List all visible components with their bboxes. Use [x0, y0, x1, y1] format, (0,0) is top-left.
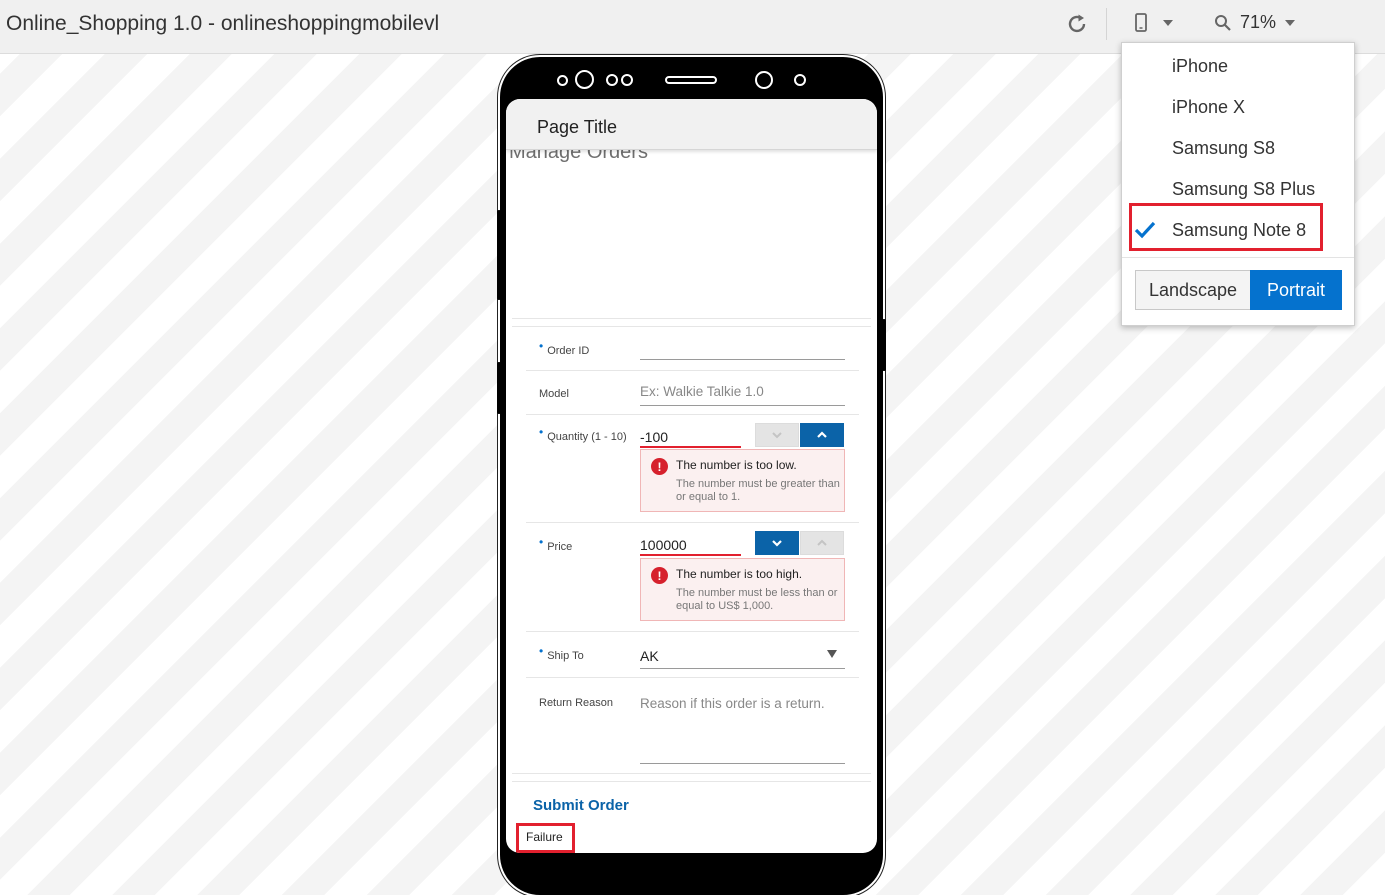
sensor-icon [621, 74, 633, 86]
order-id-label: • Order ID [539, 339, 590, 357]
quantity-error-message: ! The number is too low. The number must… [640, 449, 845, 512]
price-increment-button[interactable] [800, 531, 844, 555]
price-decrement-button[interactable] [755, 531, 799, 555]
order-id-input[interactable] [640, 335, 845, 361]
required-indicator: • [539, 425, 544, 439]
required-indicator: • [539, 339, 544, 353]
device-option-samsung-s8-plus[interactable]: Samsung S8 Plus [1122, 170, 1354, 206]
refresh-icon [1068, 14, 1086, 33]
zoom-dropdown[interactable]: 71% [1210, 8, 1306, 38]
return-reason-textarea[interactable]: Reason if this order is a return. [640, 690, 845, 764]
status-text: Failure [526, 830, 563, 844]
required-indicator: • [539, 535, 544, 549]
submit-order-button[interactable]: Submit Order [533, 797, 629, 814]
camera-icon [575, 70, 594, 89]
error-icon: ! [651, 458, 668, 475]
price-label: • Price [539, 535, 573, 553]
search-icon [1215, 15, 1231, 31]
model-label: Model [539, 388, 569, 400]
speaker-grille [665, 76, 717, 84]
quantity-decrement-button[interactable] [755, 423, 799, 447]
status-message-box: Failure [516, 823, 575, 853]
divider [512, 318, 871, 319]
price-error-message: ! The number is too high. The number mus… [640, 558, 845, 621]
phone-screen: Page Title Manage Orders • Order ID Model… [506, 99, 877, 853]
return-reason-label: Return Reason [539, 697, 613, 709]
device-option-iphone-x[interactable]: iPhone X [1122, 88, 1354, 124]
app-title: Online_Shopping 1.0 - onlineshoppingmobi… [6, 12, 440, 35]
portrait-button[interactable]: Portrait [1250, 270, 1342, 310]
quantity-row: • Quantity (1 - 10) -100 ! The number is … [526, 415, 859, 523]
zoom-level: 71% [1240, 12, 1277, 32]
page-header: Page Title [506, 99, 877, 150]
chevron-up-icon [817, 431, 827, 438]
sensor-icon [557, 75, 568, 86]
model-row: Model Ex: Walkie Talkie 1.0 [526, 371, 859, 415]
order-id-row: • Order ID [526, 327, 859, 371]
price-stepper[interactable]: 100000 [640, 531, 741, 557]
toolbar-divider [1106, 8, 1107, 40]
chevron-down-icon [772, 540, 782, 547]
return-reason-row: Return Reason Reason if this order is a … [526, 678, 859, 774]
phone-side-button [497, 210, 501, 300]
chevron-down-icon [1285, 20, 1295, 26]
device-option-samsung-s8[interactable]: Samsung S8 [1122, 129, 1354, 165]
phone-side-button [882, 319, 886, 371]
error-detail: The number must be greater than or equal… [676, 478, 840, 503]
landscape-button[interactable]: Landscape [1135, 270, 1251, 310]
dropdown-arrow-icon [827, 650, 837, 658]
device-dropdown[interactable] [1130, 8, 1180, 38]
error-title: The number is too low. [676, 458, 797, 472]
ship-to-row: • Ship To AK [526, 632, 859, 678]
error-icon: ! [651, 567, 668, 584]
sensor-icon [606, 74, 618, 86]
error-title: The number is too high. [676, 567, 803, 581]
quantity-stepper[interactable]: -100 [640, 423, 741, 449]
model-input[interactable]: Ex: Walkie Talkie 1.0 [640, 381, 845, 407]
divider [512, 781, 871, 782]
device-option-iphone[interactable]: iPhone [1122, 47, 1354, 83]
phone-frame: Page Title Manage Orders • Order ID Model… [497, 57, 886, 895]
error-detail: The number must be less than or equal to… [676, 587, 838, 612]
menu-divider [1122, 257, 1354, 258]
refresh-button[interactable] [1064, 11, 1090, 37]
chevron-down-icon [1163, 20, 1173, 26]
chevron-down-icon [772, 432, 782, 439]
camera-icon [755, 71, 773, 89]
price-row: • Price 100000 ! The number is too high. … [526, 523, 859, 632]
ship-to-select[interactable]: AK [640, 644, 845, 670]
selection-highlight-box [1129, 203, 1323, 251]
chevron-up-icon [817, 539, 827, 546]
device-menu: iPhone iPhone X Samsung S8 Samsung S8 Pl… [1121, 42, 1355, 326]
page-title: Page Title [537, 117, 618, 137]
divider [512, 773, 871, 774]
sensor-icon [794, 74, 806, 86]
required-indicator: • [539, 644, 544, 658]
phone-side-button [497, 362, 501, 414]
quantity-label: • Quantity (1 - 10) [539, 425, 627, 443]
quantity-increment-button[interactable] [800, 423, 844, 447]
ship-to-label: • Ship To [539, 644, 584, 662]
